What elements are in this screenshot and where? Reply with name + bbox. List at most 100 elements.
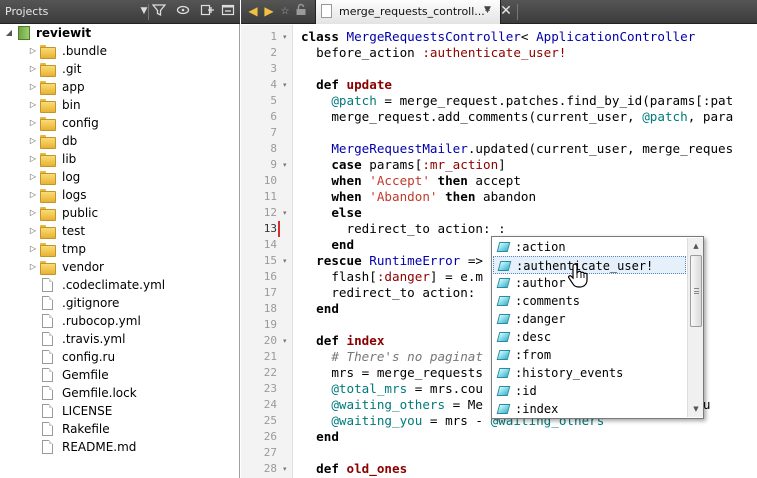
fold-toggle-icon[interactable]: ▾ [283, 29, 291, 45]
code-line[interactable]: redirect_to action: [301, 285, 483, 301]
folder-icon [40, 153, 56, 167]
code-line[interactable]: def index [301, 333, 384, 349]
code-line[interactable]: merge_request.add_comments(current_user,… [301, 109, 733, 125]
code-line[interactable]: @patch = merge_request.patches.find_by_i… [301, 93, 733, 109]
autocomplete-scrollbar[interactable]: ▲ ▼ [687, 238, 703, 417]
collapsed-arrow-icon[interactable]: ▷ [28, 42, 38, 60]
autocomplete-item[interactable]: :desc [493, 328, 686, 346]
collapsed-arrow-icon[interactable]: ▷ [28, 96, 38, 114]
panel-dropdown-icon[interactable]: ▼ [136, 3, 152, 20]
code-line[interactable]: redirect_to action: : [301, 221, 505, 237]
tree-file[interactable]: .rubocop.yml [0, 312, 239, 330]
collapsed-arrow-icon[interactable]: ▷ [28, 168, 38, 186]
code-line[interactable]: when 'Abandon' then abandon [301, 189, 536, 205]
tree-file[interactable]: Rakefile [0, 420, 239, 438]
filter-icon[interactable] [151, 3, 167, 20]
code-line[interactable]: end [301, 237, 354, 253]
code-line[interactable]: end [301, 301, 339, 317]
scroll-up-icon[interactable]: ▲ [688, 239, 704, 253]
scrollbar-thumb[interactable] [690, 255, 702, 327]
code-line[interactable]: when 'Accept' then accept [301, 173, 521, 189]
bookmark-icon[interactable]: ☆ [277, 3, 293, 20]
tree-file[interactable]: .codeclimate.yml [0, 276, 239, 294]
autocomplete-item[interactable]: :danger [493, 310, 686, 328]
tab-merge-requests-controller[interactable]: merge_requests_controll...* ▼ [315, 0, 501, 24]
folder-icon [40, 261, 56, 275]
collapsed-arrow-icon[interactable]: ▷ [28, 78, 38, 96]
tree-folder[interactable]: ▷ config [0, 114, 239, 132]
folder-icon [40, 189, 56, 203]
collapse-panel-icon[interactable] [220, 3, 236, 20]
autocomplete-item[interactable]: :action [493, 238, 686, 256]
tree-project-root[interactable]: ◢ reviewit [0, 24, 239, 42]
close-icon[interactable]: ✕ [498, 3, 514, 20]
code-line[interactable]: @total_mrs = mrs.cou [301, 381, 483, 397]
autocomplete-item[interactable]: :id [493, 382, 686, 400]
code-token: old_ones [346, 461, 408, 476]
collapsed-arrow-icon[interactable]: ▷ [28, 240, 38, 258]
fold-toggle-icon[interactable]: ▾ [283, 461, 291, 477]
tree-folder[interactable]: ▷ .git [0, 60, 239, 78]
autocomplete-item[interactable]: :comments [493, 292, 686, 310]
back-arrow-icon[interactable]: ◀ [245, 3, 261, 20]
collapsed-arrow-icon[interactable]: ▷ [28, 114, 38, 132]
scroll-down-icon[interactable]: ▼ [688, 402, 704, 416]
lock-icon[interactable] [293, 3, 309, 20]
autocomplete-item[interactable]: :history_events [493, 364, 686, 382]
expanded-arrow-icon[interactable]: ◢ [4, 24, 14, 42]
code-line[interactable]: end [301, 429, 339, 445]
collapsed-arrow-icon[interactable]: ▷ [28, 132, 38, 150]
tree-folder[interactable]: ▷ vendor [0, 258, 239, 276]
fold-toggle-icon[interactable]: ▾ [283, 253, 291, 269]
code-line[interactable]: else [301, 205, 361, 221]
tree-file[interactable]: README.md [0, 438, 239, 456]
autocomplete-item[interactable]: :from [493, 346, 686, 364]
add-folder-icon[interactable] [199, 3, 215, 20]
tree-file[interactable]: .gitignore [0, 294, 239, 312]
autocomplete-item[interactable]: :index [493, 400, 686, 418]
fold-toggle-icon[interactable]: ▾ [283, 205, 291, 221]
fold-toggle-icon[interactable]: ▾ [283, 157, 291, 173]
tree-folder[interactable]: ▷ log [0, 168, 239, 186]
code-line[interactable]: before_action :authenticate_user! [301, 45, 566, 61]
fold-toggle-icon[interactable]: ▾ [283, 77, 291, 93]
tree-file[interactable]: Gemfile.lock [0, 384, 239, 402]
tree-folder[interactable]: ▷ logs [0, 186, 239, 204]
tree-folder[interactable]: ▷ app [0, 78, 239, 96]
line-number-gutter: 1 ▾ 2 3 4 ▾ 5 6 7 8 9 ▾ 10 11 12 ▾ 13 14 15 ▾ 16 17 18 19 20 ▾ 21 2… [241, 25, 293, 478]
collapsed-arrow-icon[interactable]: ▷ [28, 222, 38, 240]
collapsed-arrow-icon[interactable]: ▷ [28, 204, 38, 222]
code-line[interactable]: def old_ones [301, 461, 407, 477]
tree-file[interactable]: .travis.yml [0, 330, 239, 348]
forward-arrow-icon[interactable]: ▶ [261, 3, 277, 20]
tree-folder[interactable]: ▷ lib [0, 150, 239, 168]
tree-folder[interactable]: ▷ db [0, 132, 239, 150]
collapsed-arrow-icon[interactable]: ▷ [28, 60, 38, 78]
code-line[interactable]: def update [301, 77, 392, 93]
tree-folder[interactable]: ▷ test [0, 222, 239, 240]
code-line[interactable]: case params[:mr_action] [301, 157, 505, 173]
tree-file[interactable]: LICENSE [0, 402, 239, 420]
tree-file[interactable]: Gemfile [0, 366, 239, 384]
code-line[interactable]: rescue RuntimeError => [301, 253, 483, 269]
tree-folder[interactable]: ▷ tmp [0, 240, 239, 258]
folder-icon [40, 207, 56, 221]
collapsed-arrow-icon[interactable]: ▷ [28, 258, 38, 276]
code-line[interactable]: flash[:danger] = e.m [301, 269, 483, 285]
fold-toggle-icon[interactable]: ▾ [283, 333, 291, 349]
code-line[interactable]: mrs = merge_requests [301, 365, 483, 381]
autocomplete-popup[interactable]: :action:authenticate_user!:author:commen… [491, 236, 704, 419]
folder-icon [40, 135, 56, 149]
tab-menu-icon[interactable]: ▼ [484, 5, 491, 15]
code-line[interactable]: class MergeRequestsController< Applicati… [301, 29, 695, 45]
code-line[interactable]: MergeRequestMailer.updated(current_user,… [301, 141, 733, 157]
tree-folder[interactable]: ▷ public [0, 204, 239, 222]
tree-file[interactable]: config.ru [0, 348, 239, 366]
tree-folder[interactable]: ▷ bin [0, 96, 239, 114]
collapsed-arrow-icon[interactable]: ▷ [28, 150, 38, 168]
sync-icon[interactable] [175, 3, 191, 20]
folder-icon [40, 117, 56, 131]
collapsed-arrow-icon[interactable]: ▷ [28, 186, 38, 204]
tree-folder[interactable]: ▷ .bundle [0, 42, 239, 60]
divider [148, 4, 149, 20]
